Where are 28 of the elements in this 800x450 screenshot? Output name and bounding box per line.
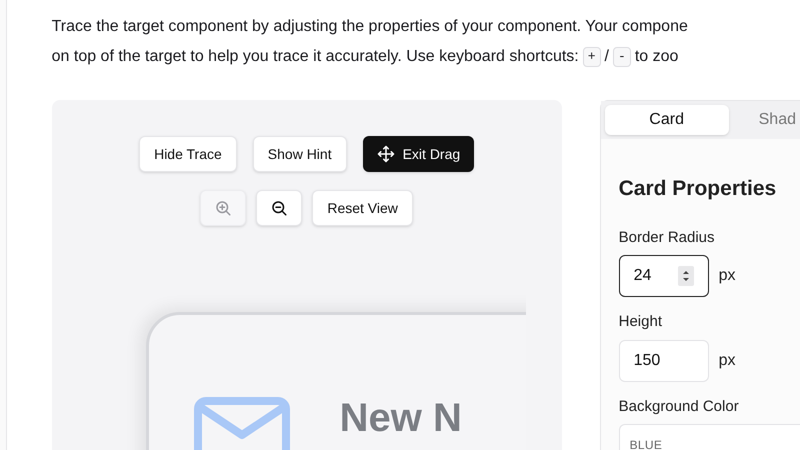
tab[interactable]: Shad (732, 105, 796, 135)
unit-label: px (718, 266, 736, 286)
zoom-in-icon (214, 199, 232, 217)
spinner-icon[interactable] (678, 266, 694, 286)
exit-drag-button[interactable]: Exit Drag (362, 136, 474, 172)
field-label: Height (618, 312, 663, 332)
toolbar-button[interactable]: Hide Trace (139, 136, 237, 172)
field-label: Border Radius (618, 228, 716, 248)
toolbar-button[interactable]: Show Hint (252, 136, 347, 172)
tab[interactable]: Card (604, 105, 729, 135)
number-field[interactable]: 24 (618, 255, 709, 297)
instruction-text: Trace the target component by adjusting the properties of your component. Your compone (52, 17, 689, 37)
key-badge: + (582, 47, 601, 67)
zoom-out-button[interactable] (256, 190, 302, 226)
reset-view-button[interactable]: Reset View (312, 190, 413, 226)
field-label: Background Color (618, 396, 740, 416)
number-field[interactable]: 150 (618, 340, 709, 382)
move-icon (376, 145, 395, 163)
instruction-text: on top of the target to help you trace it accurately. Use keyboard shortcuts: (52, 47, 579, 67)
key-separator: / (604, 47, 609, 67)
mail-icon (194, 397, 290, 450)
color-group-label: BLUE (630, 438, 662, 450)
zoom-out-icon (270, 199, 288, 217)
key-badge: - (613, 47, 631, 67)
section-heading: Card Properties (618, 176, 778, 202)
card-title: New N (340, 397, 462, 439)
instruction-text: to zoo (634, 47, 678, 67)
unit-label: px (718, 350, 736, 370)
